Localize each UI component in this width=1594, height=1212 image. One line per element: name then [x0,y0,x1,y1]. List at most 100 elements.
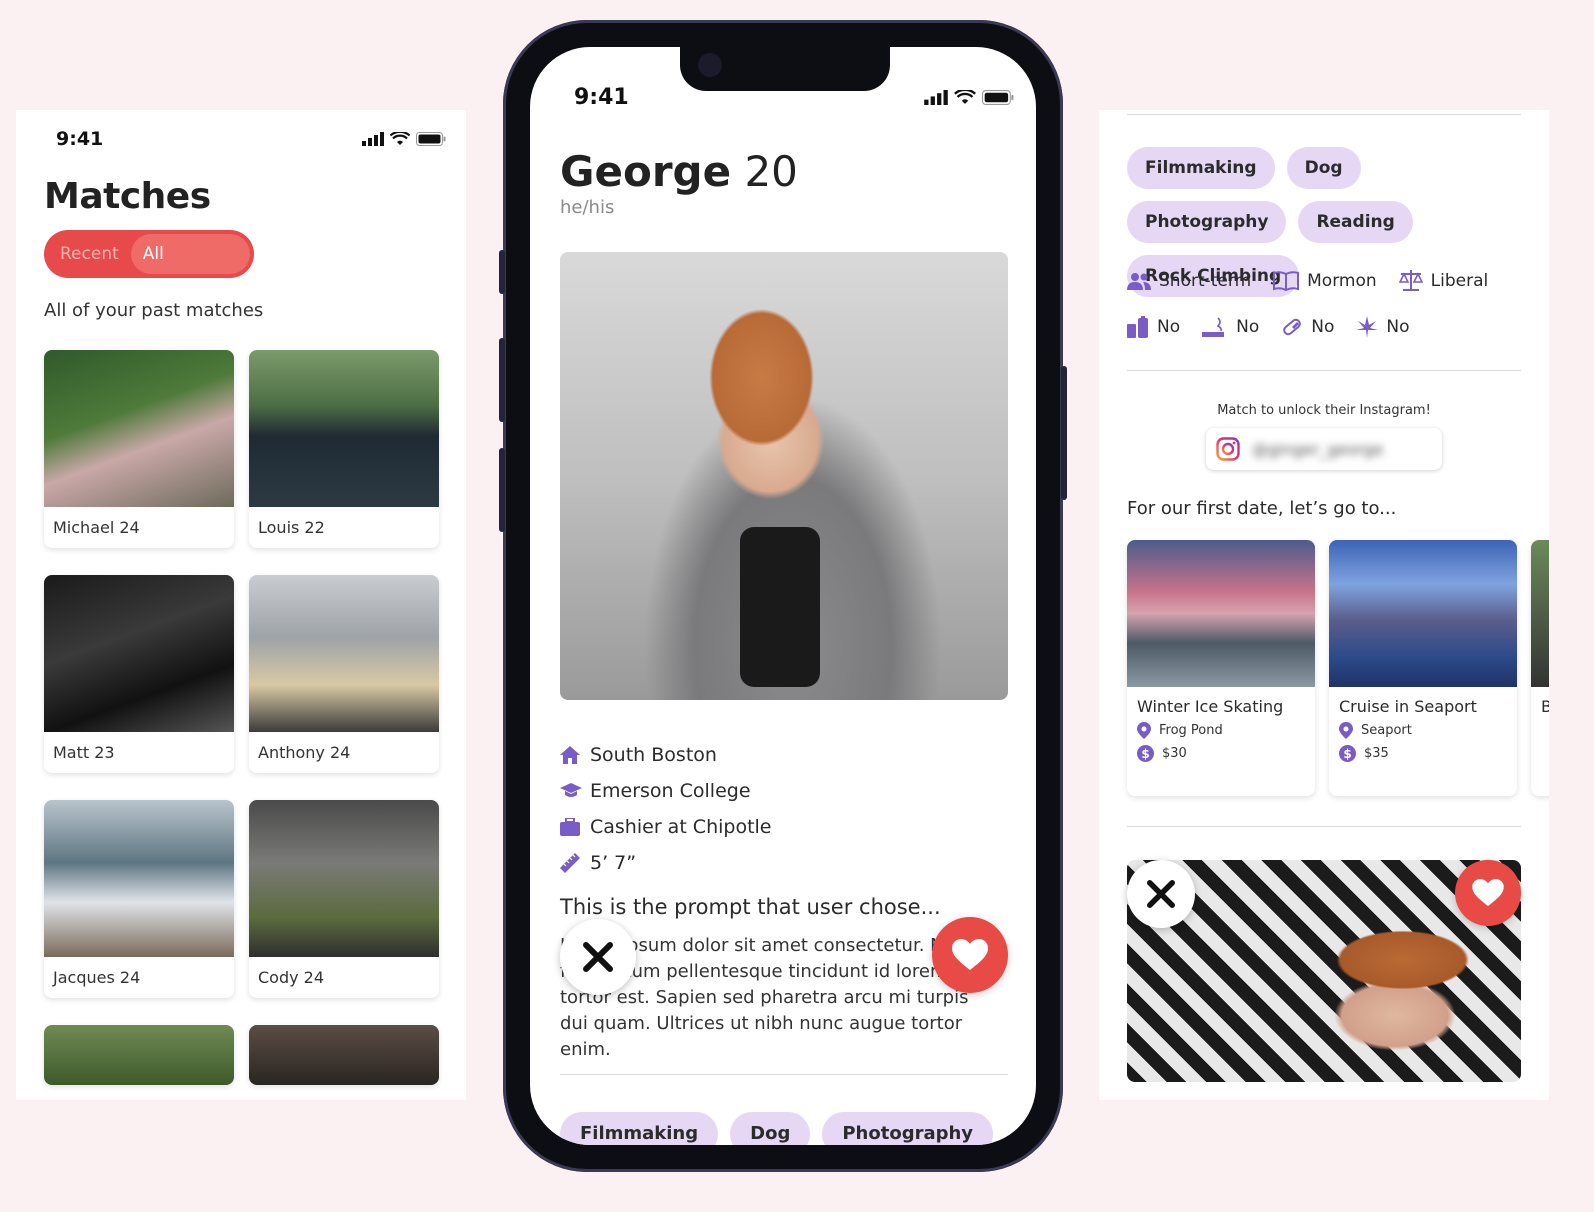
date-title: Cruise in Seaport [1339,697,1477,716]
heart-icon [952,939,988,970]
match-card[interactable]: Anthony 24 [249,575,439,773]
drinks-icon [1127,316,1148,338]
date-location: Frog Pond [1127,716,1315,739]
info-height: 5’ 7” [560,845,772,881]
battery-icon [982,90,1014,105]
matches-grid: Michael 24 Louis 22 Matt 23 Anthony 24 J… [44,350,440,1085]
match-name: Louis 22 [258,518,325,537]
drinking-text: No [1157,317,1181,337]
close-icon [1147,880,1175,908]
book-icon [1273,271,1300,291]
attr-religion: Mormon [1273,271,1377,291]
date-card[interactable]: B [1531,540,1549,796]
graduation-cap-icon [560,783,582,797]
scales-icon [1398,270,1423,291]
pass-button[interactable] [1127,860,1195,928]
date-price: $ $35 [1329,739,1517,762]
dollar-icon: $ [1339,745,1356,762]
match-card[interactable]: Matt 23 [44,575,234,773]
match-card[interactable] [44,1025,234,1085]
drugs-text: No [1311,317,1335,337]
date-card[interactable]: Winter Ice Skating Frog Pond $ $30 [1127,540,1315,796]
date-price-text: $35 [1364,746,1389,761]
divider [1127,114,1521,115]
profile-age: 20 [744,147,798,196]
location-text: South Boston [590,744,717,766]
close-icon [583,942,613,972]
politics-text: Liberal [1430,271,1489,291]
match-photo [44,350,234,507]
interest-tags: Filmmaking Dog Photography [560,1112,1030,1145]
match-photo [44,575,234,732]
date-location-text: Frog Pond [1159,723,1223,738]
like-button[interactable] [1455,860,1521,926]
date-title: B [1541,697,1549,716]
info-location: South Boston [560,737,772,773]
divider [1127,370,1521,371]
profile-screen: 9:41 George 20 he/his South Boston Emers… [530,47,1036,1145]
smoking-text: No [1236,317,1260,337]
profile-name: George [560,147,732,196]
instagram-icon [1216,437,1240,461]
match-card[interactable] [249,1025,439,1085]
attr-politics: Liberal [1398,270,1489,292]
status-bar: 9:41 [574,85,1014,110]
date-carousel[interactable]: Winter Ice Skating Frog Pond $ $30 Cruis… [1127,540,1549,796]
profile-name-row: George 20 [560,147,798,196]
pass-button[interactable] [560,919,636,995]
attribute-row: No No No No [1127,316,1410,338]
match-name: Matt 23 [53,743,115,762]
religion-text: Mormon [1307,271,1377,291]
interest-tag: Filmmaking [1127,147,1275,189]
toggle-recent[interactable]: Recent [48,234,131,274]
dollar-icon: $ [1137,745,1154,762]
school-text: Emerson College [590,780,751,802]
wifi-icon [390,132,410,145]
camera-icon [698,53,722,77]
date-location: Seaport [1329,716,1517,739]
date-heading: For our first date, let’s go to... [1127,498,1397,519]
interest-tag: Dog [730,1112,811,1145]
home-icon [560,746,580,764]
instagram-handle: @ginger_george [1252,439,1384,459]
wifi-icon [954,90,976,104]
match-card[interactable]: Jacques 24 [44,800,234,998]
match-photo [249,1025,439,1085]
prompt-question: This is the prompt that user chose... [560,895,941,919]
info-job: Cashier at Chipotle [560,809,772,845]
match-name: Anthony 24 [258,743,351,762]
date-price: $ $30 [1127,739,1315,762]
like-button[interactable] [932,917,1008,993]
attr-drugs: No [1281,316,1334,338]
attr-relationship: Short-term [1127,271,1251,291]
info-school: Emerson College [560,773,772,809]
match-card[interactable]: Cody 24 [249,800,439,998]
match-card[interactable]: Louis 22 [249,350,439,548]
date-price-text: $30 [1162,746,1187,761]
match-photo [44,800,234,957]
match-photo [249,800,439,957]
instagram-box[interactable]: @ginger_george [1206,428,1442,470]
interest-tag: Dog [1286,147,1361,189]
people-icon [1127,273,1151,290]
photo-phone-object [740,527,820,687]
status-time: 9:41 [56,128,104,150]
cannabis-text: No [1386,317,1410,337]
status-time: 9:41 [574,85,629,110]
date-card[interactable]: Cruise in Seaport Seaport $ $35 [1329,540,1517,796]
interest-tag: Photography [822,1112,994,1145]
attr-smoking: No [1202,316,1259,338]
status-bar: 9:41 [56,128,446,150]
matches-screen: 9:41 Matches Recent All Matches All of y… [16,110,466,1100]
match-card[interactable]: Michael 24 [44,350,234,548]
ruler-icon [560,853,580,873]
date-photo [1127,540,1315,687]
pin-icon [1137,722,1151,739]
date-location-text: Seaport [1361,723,1412,738]
pill-icon [1283,318,1302,336]
profile-photo[interactable] [560,252,1008,700]
matches-toggle[interactable]: Recent All Matches [44,230,254,304]
toggle-all-matches[interactable]: All Matches [130,234,250,304]
interest-tag: Filmmaking [560,1112,719,1145]
cannabis-icon [1356,316,1379,338]
